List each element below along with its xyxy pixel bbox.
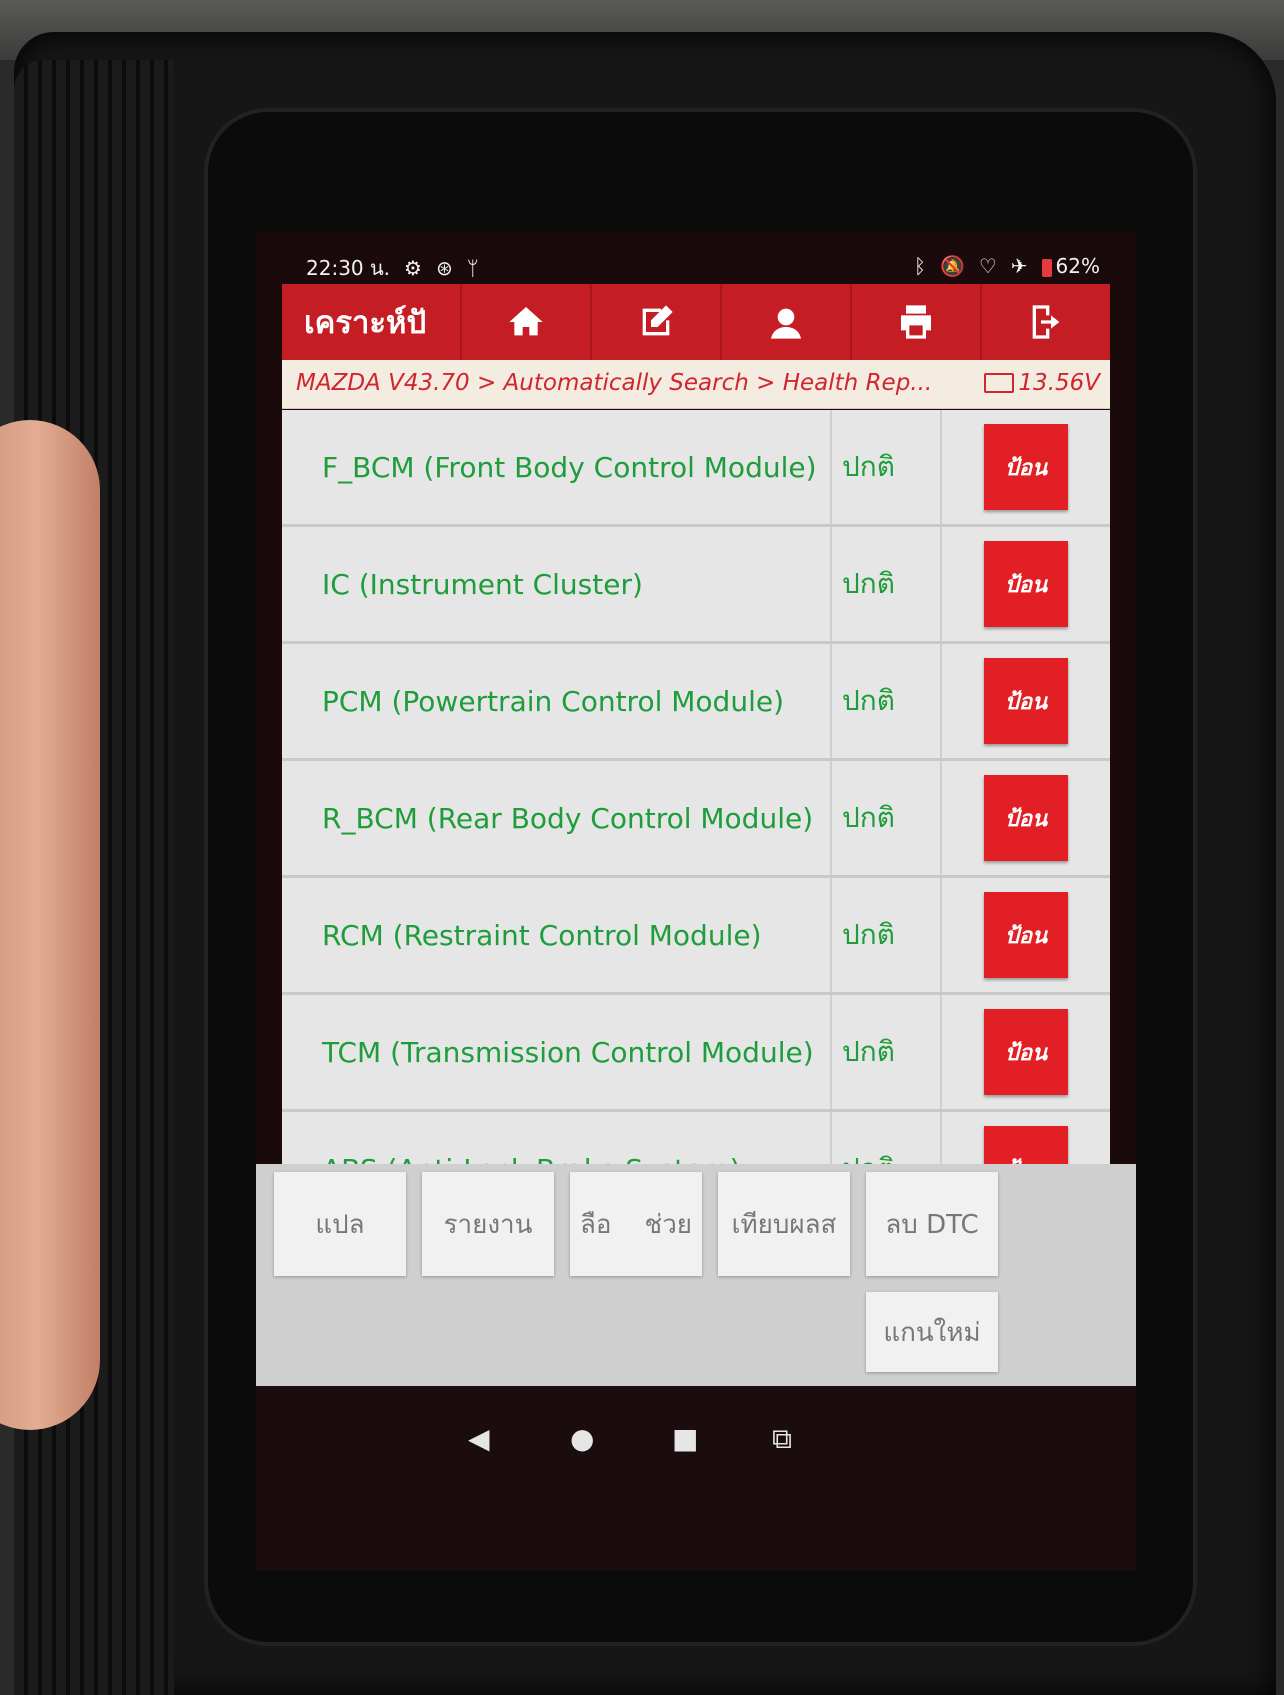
- enter-button[interactable]: ป้อน: [984, 541, 1068, 627]
- help-button[interactable]: ลือ ช่วย: [570, 1172, 702, 1276]
- wifi-icon: ♡: [978, 254, 997, 278]
- module-status: ปกติ: [832, 527, 942, 641]
- user-icon: [771, 308, 801, 339]
- module-row: R_BCM (Rear Body Control Module) ปกติ ป้…: [282, 761, 1110, 878]
- hand-thumb: [0, 420, 100, 1430]
- module-name: R_BCM (Rear Body Control Module): [282, 761, 832, 875]
- module-name: PCM (Powertrain Control Module): [282, 644, 832, 758]
- module-status: ปกติ: [832, 410, 942, 524]
- module-status: ปกติ: [832, 644, 942, 758]
- module-row: PCM (Powertrain Control Module) ปกติ ป้อ…: [282, 644, 1110, 761]
- print-button[interactable]: [850, 284, 980, 360]
- module-row: TCM (Transmission Control Module) ปกติ ป…: [282, 995, 1110, 1112]
- clock: 22:30 น.: [306, 256, 391, 280]
- battery-indicator: 62%: [1041, 254, 1100, 278]
- compare-button[interactable]: เทียบผลส: [718, 1172, 850, 1276]
- enter-button[interactable]: ป้อน: [984, 658, 1068, 744]
- module-name: IC (Instrument Cluster): [282, 527, 832, 641]
- screenshot-icon[interactable]: ⧉: [772, 1422, 792, 1456]
- bluetooth-circle-icon: ⊛: [435, 256, 453, 280]
- home-icon: [509, 307, 543, 336]
- airplane-icon: ✈: [1010, 254, 1028, 278]
- home-nav-icon[interactable]: ●: [570, 1422, 594, 1455]
- edit-button[interactable]: [590, 284, 720, 360]
- breadcrumb: MAZDA V43.70 > Automatically Search > He…: [282, 360, 1110, 409]
- module-name: TCM (Transmission Control Module): [282, 995, 832, 1109]
- enter-button[interactable]: ป้อน: [984, 892, 1068, 978]
- exit-icon: [1032, 305, 1060, 339]
- mute-icon: 🔕: [939, 254, 965, 278]
- enter-button[interactable]: ป้อน: [984, 424, 1068, 510]
- enter-button[interactable]: ป้อน: [984, 1126, 1068, 1164]
- module-row: F_BCM (Front Body Control Module) ปกติ ป…: [282, 410, 1110, 527]
- module-row: RCM (Restraint Control Module) ปกติ ป้อน: [282, 878, 1110, 995]
- device-screen: 22:30 น. ⚙ ⊛ ᛘ ᛒ 🔕 ♡ ✈ 62% เคราะห์ปั MAZ…: [256, 232, 1136, 1570]
- voltage-value: 13.56V: [1018, 370, 1100, 396]
- module-list: F_BCM (Front Body Control Module) ปกติ ป…: [282, 410, 1110, 1164]
- user-button[interactable]: [720, 284, 850, 360]
- module-name: RCM (Restraint Control Module): [282, 878, 832, 992]
- module-row: IC (Instrument Cluster) ปกติ ป้อน: [282, 527, 1110, 644]
- voltage-readout: 13.56V: [984, 370, 1100, 396]
- status-bar: 22:30 น. ⚙ ⊛ ᛘ ᛒ 🔕 ♡ ✈ 62%: [256, 232, 1136, 284]
- system-nav-bar: ◀ ● ■ ⧉: [256, 1386, 1136, 1570]
- recents-icon[interactable]: ■: [672, 1422, 698, 1455]
- back-icon[interactable]: ◀: [468, 1422, 490, 1455]
- report-button[interactable]: รายงาน: [422, 1172, 554, 1276]
- exit-button[interactable]: [980, 284, 1110, 360]
- module-status: ปกติ: [832, 878, 942, 992]
- battery-level: 62%: [1055, 254, 1100, 278]
- module-status: ปกติ: [832, 1112, 942, 1164]
- rescan-button[interactable]: แกนใหม่: [866, 1292, 998, 1372]
- clear-dtc-button[interactable]: ลบ DTC: [866, 1172, 998, 1276]
- module-row: ABS (Anti-Lock Brake System) ปกติ ป้อน: [282, 1112, 1110, 1164]
- battery-voltage-icon: [984, 373, 1015, 393]
- battery-icon: [1041, 258, 1052, 277]
- home-button[interactable]: [460, 284, 590, 360]
- module-name: F_BCM (Front Body Control Module): [282, 410, 832, 524]
- module-status: ปกติ: [832, 995, 942, 1109]
- enter-button[interactable]: ป้อน: [984, 775, 1068, 861]
- breadcrumb-path: MAZDA V43.70 > Automatically Search > He…: [296, 370, 933, 396]
- app-title: เคราะห์ปั: [304, 305, 427, 341]
- print-icon: [901, 305, 931, 339]
- gear-icon: ⚙: [404, 256, 422, 280]
- module-name: ABS (Anti-Lock Brake System): [282, 1112, 832, 1164]
- action-panel: แปล รายงาน ลือ ช่วย เทียบผลส ลบ DTC แกนใ…: [256, 1164, 1136, 1386]
- app-toolbar: เคราะห์ปั: [282, 284, 1110, 360]
- module-status: ปกติ: [832, 761, 942, 875]
- usb-icon: ᛘ: [466, 256, 479, 280]
- enter-button[interactable]: ป้อน: [984, 1009, 1068, 1095]
- edit-icon: [642, 305, 673, 336]
- bluetooth-icon: ᛒ: [913, 254, 926, 278]
- translate-button[interactable]: แปล: [274, 1172, 406, 1276]
